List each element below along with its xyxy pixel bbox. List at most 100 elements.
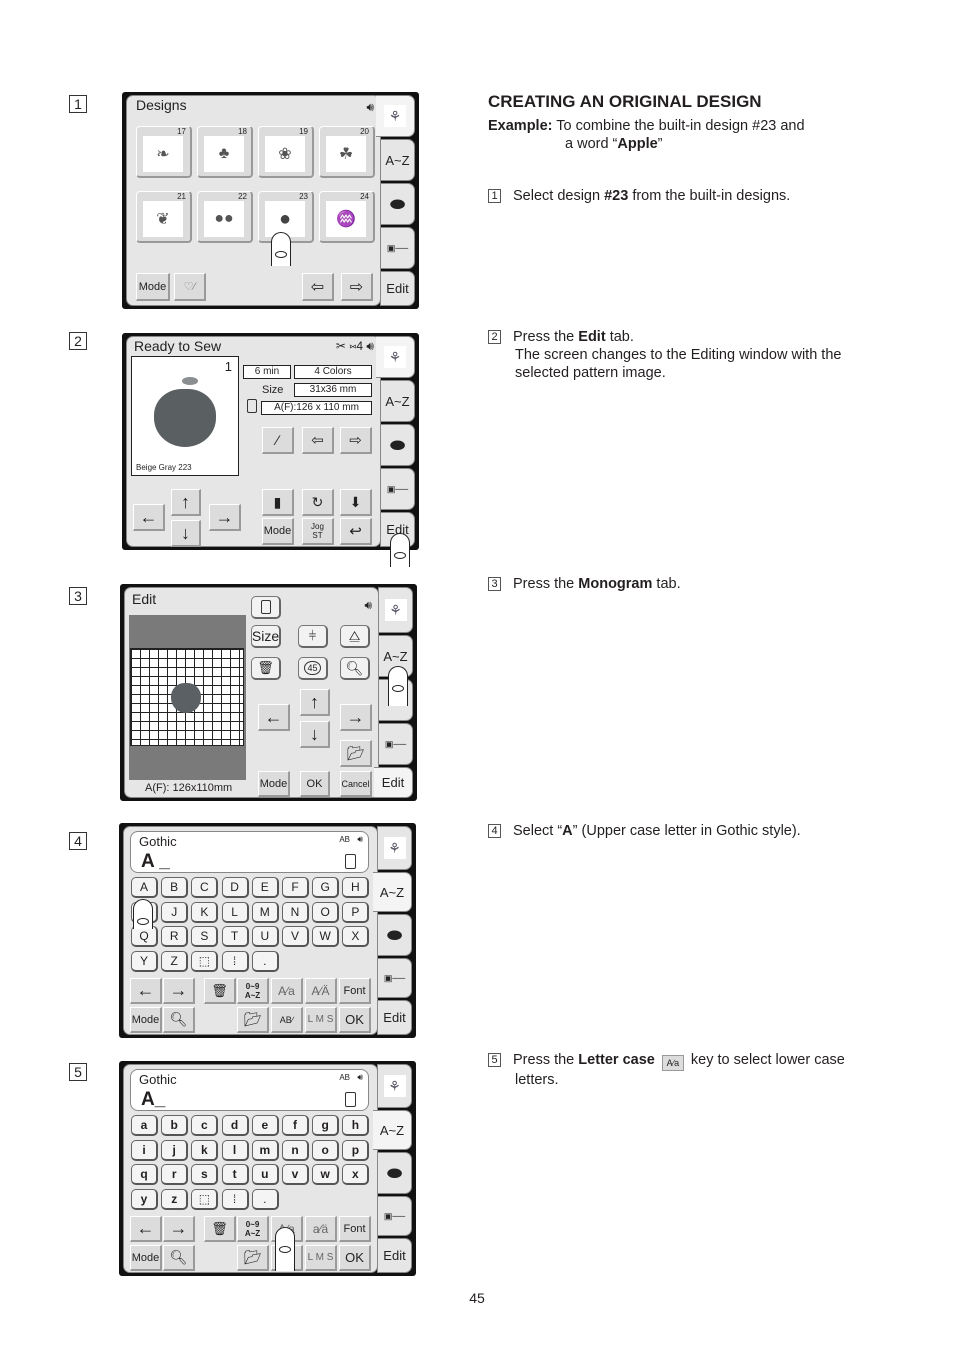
key-O[interactable]: O: [312, 901, 340, 923]
umlaut-button[interactable]: A∕Ä: [305, 978, 337, 1004]
key-half-space[interactable]: ⁞: [221, 950, 249, 972]
key-M[interactable]: M: [251, 901, 279, 923]
speaker-icon[interactable]: 🔊︎: [357, 834, 363, 845]
right-arrow-button[interactable]: →: [209, 504, 241, 531]
return-button[interactable]: ↩: [340, 518, 372, 545]
key-space[interactable]: ⬚: [191, 950, 219, 972]
cursor-right-button[interactable]: →: [163, 1216, 195, 1242]
key-J[interactable]: J: [161, 901, 189, 923]
tab-designs[interactable]: ⚘: [376, 95, 415, 137]
design-button-22[interactable]: 22 ●●: [197, 191, 253, 243]
tab-designs[interactable]: ⚘: [376, 336, 415, 378]
prev-page-button[interactable]: ⇦: [302, 273, 334, 301]
key-j[interactable]: j: [161, 1139, 189, 1161]
key-i[interactable]: i: [131, 1139, 158, 1161]
key-R[interactable]: R: [161, 926, 189, 947]
key-space[interactable]: ⬚: [191, 1188, 219, 1210]
key-T[interactable]: T: [221, 926, 249, 947]
tab-monogram[interactable]: A~Z: [380, 139, 415, 181]
delete-button[interactable]: 🗑︎: [251, 657, 281, 680]
key-x[interactable]: x: [342, 1164, 370, 1185]
mode-button[interactable]: Mode: [130, 1245, 162, 1271]
key-q[interactable]: q: [131, 1164, 158, 1185]
tab-designs[interactable]: ⚘: [377, 826, 412, 870]
next-color-button[interactable]: ⇨: [340, 427, 372, 454]
key-y[interactable]: y: [131, 1188, 158, 1210]
speaker-icon[interactable]: 🔊︎: [366, 100, 374, 115]
cancel-button[interactable]: Cancel: [340, 771, 372, 797]
color-change-button[interactable]: ∕: [262, 427, 294, 454]
letter-size-button[interactable]: L M S: [305, 1007, 337, 1033]
tab-designs[interactable]: ⚘: [377, 1064, 412, 1108]
design-button-20[interactable]: 20 ☘: [319, 126, 375, 178]
key-L[interactable]: L: [221, 901, 249, 923]
font-button[interactable]: Font: [339, 978, 371, 1004]
tab-monogram[interactable]: A~Z: [373, 1110, 412, 1150]
key-Y[interactable]: Y: [131, 950, 158, 972]
tab-memory[interactable]: ▣──: [377, 1196, 412, 1236]
key-C[interactable]: C: [191, 877, 219, 898]
open-folder-button[interactable]: 📂︎: [340, 740, 372, 767]
zoom-button[interactable]: 🔍︎: [340, 657, 370, 680]
speaker-icon[interactable]: 🔊︎: [364, 598, 372, 613]
key-c[interactable]: c: [191, 1115, 219, 1136]
key-n[interactable]: n: [282, 1139, 309, 1161]
numbers-button[interactable]: 0~9 A~Z: [237, 978, 269, 1004]
key-D[interactable]: D: [221, 877, 249, 898]
key-f[interactable]: f: [282, 1115, 309, 1136]
design-button-24[interactable]: 24 ♒: [319, 191, 375, 243]
key-period[interactable]: .: [251, 1188, 279, 1210]
cursor-left-button[interactable]: ←: [130, 978, 162, 1004]
mirror-vertical-button[interactable]: ⧋: [340, 625, 370, 648]
key-P[interactable]: P: [342, 901, 370, 923]
key-E[interactable]: E: [251, 877, 279, 898]
tab-eraser[interactable]: ⬬: [380, 183, 415, 225]
up-arrow-button[interactable]: ↑: [300, 689, 330, 716]
down-arrow-button[interactable]: ↓: [300, 721, 330, 748]
tab-edit[interactable]: Edit: [374, 767, 413, 798]
key-G[interactable]: G: [312, 877, 340, 898]
design-button-19[interactable]: 19 ❀: [258, 126, 314, 178]
tab-edit[interactable]: Edit: [380, 271, 415, 306]
key-Z[interactable]: Z: [161, 950, 189, 972]
right-arrow-button[interactable]: →: [340, 704, 372, 731]
mode-button[interactable]: Mode: [262, 518, 294, 545]
tab-designs[interactable]: ⚘: [378, 587, 413, 633]
cursor-left-button[interactable]: ←: [130, 1216, 162, 1242]
key-w[interactable]: w: [312, 1164, 340, 1185]
key-g[interactable]: g: [312, 1115, 340, 1136]
key-H[interactable]: H: [342, 877, 370, 898]
prev-color-button[interactable]: ⇦: [302, 427, 334, 454]
tab-monogram[interactable]: A~Z: [373, 872, 412, 912]
numbers-button[interactable]: 0~9 A~Z: [237, 1216, 269, 1242]
ok-button[interactable]: OK: [339, 1245, 371, 1271]
key-K[interactable]: K: [191, 901, 219, 923]
trace-button[interactable]: ↻: [302, 489, 334, 516]
letter-size-button[interactable]: L M S: [305, 1245, 337, 1271]
mode-button[interactable]: Mode: [258, 771, 290, 797]
umlaut-button[interactable]: a∕ä: [305, 1216, 337, 1242]
key-z[interactable]: z: [161, 1188, 189, 1210]
key-e[interactable]: e: [251, 1115, 279, 1136]
key-B[interactable]: B: [161, 877, 189, 898]
key-N[interactable]: N: [282, 901, 309, 923]
thread-spool-button[interactable]: ▮: [262, 489, 294, 516]
left-arrow-button[interactable]: ←: [258, 704, 290, 731]
rotate-button[interactable]: 45: [298, 657, 328, 680]
zoom-button[interactable]: 🔍︎: [163, 1245, 195, 1271]
presser-foot-button[interactable]: ⬇: [340, 489, 372, 516]
key-v[interactable]: v: [282, 1164, 309, 1185]
jog-st-button[interactable]: Jog ST: [302, 518, 334, 545]
font-button[interactable]: Font: [339, 1216, 371, 1242]
tab-eraser[interactable]: ⬬: [377, 1152, 412, 1194]
key-t[interactable]: t: [221, 1164, 249, 1185]
key-m[interactable]: m: [251, 1139, 279, 1161]
key-r[interactable]: r: [161, 1164, 189, 1185]
key-half-space[interactable]: ⁞: [221, 1188, 249, 1210]
tab-eraser[interactable]: ⬬: [377, 914, 412, 956]
key-b[interactable]: b: [161, 1115, 189, 1136]
key-S[interactable]: S: [191, 926, 219, 947]
key-X[interactable]: X: [342, 926, 370, 947]
ok-button[interactable]: OK: [339, 1007, 371, 1033]
tab-memory[interactable]: ▣──: [380, 468, 415, 510]
